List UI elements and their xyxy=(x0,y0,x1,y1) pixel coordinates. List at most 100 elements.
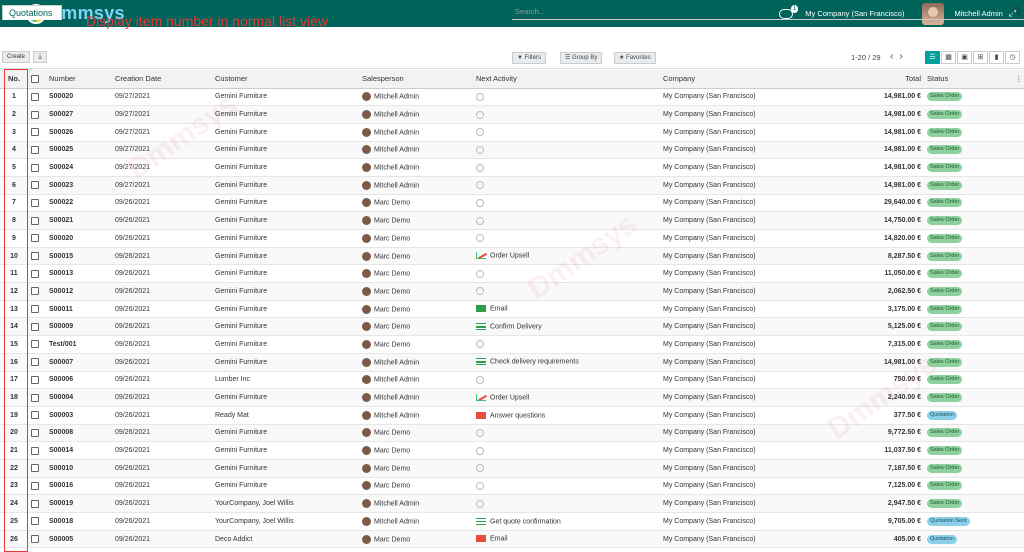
next-activity-cell[interactable] xyxy=(473,494,660,513)
table-row[interactable]: 5 S00024 09/27/2021 Gemini Furniture Mitchel… xyxy=(0,158,1024,177)
clock-icon[interactable] xyxy=(476,446,484,455)
table-row[interactable]: 20 S00008 09/26/2021 Gemini Furniture Marc D… xyxy=(0,424,1024,443)
col-number[interactable]: Number xyxy=(46,70,112,89)
next-activity-cell[interactable] xyxy=(473,264,660,284)
table-row[interactable]: 23 S00016 09/26/2021 Gemini Furniture Marc D… xyxy=(0,477,1024,496)
table-row[interactable]: 21 S00014 09/26/2021 Gemini Furniture Marc D… xyxy=(0,441,1024,460)
col-creation-date[interactable]: Creation Date xyxy=(112,70,212,89)
clock-icon[interactable] xyxy=(476,481,484,490)
search-input[interactable]: Search... xyxy=(512,6,1024,20)
row-checkbox[interactable] xyxy=(28,88,46,107)
row-checkbox[interactable] xyxy=(28,105,46,124)
next-activity-cell[interactable] xyxy=(473,211,660,230)
clock-icon[interactable] xyxy=(476,92,484,101)
pager-next-icon[interactable]: › xyxy=(899,51,908,62)
row-checkbox[interactable] xyxy=(28,424,46,443)
next-activity-cell[interactable] xyxy=(473,229,660,248)
next-activity-cell[interactable]: Check delivery requirements xyxy=(473,353,660,372)
table-row[interactable]: 17 S00006 09/26/2021 Lumber Inc Mitchell Adm… xyxy=(0,371,1024,390)
col-salesperson[interactable]: Salesperson xyxy=(359,70,473,89)
next-activity-cell[interactable] xyxy=(473,424,660,443)
table-row[interactable]: 4 S00025 09/27/2021 Gemini Furniture Mitchel… xyxy=(0,141,1024,160)
activity-view-icon[interactable]: ◷ xyxy=(1005,51,1020,64)
next-activity-cell[interactable]: Get quote confirmation xyxy=(473,512,660,531)
row-checkbox[interactable] xyxy=(28,317,46,337)
table-row[interactable]: 3 S00026 09/27/2021 Gemini Furniture Mitchel… xyxy=(0,123,1024,142)
favorites-button[interactable]: ★ Favorites xyxy=(614,52,656,64)
table-row[interactable]: 1 S00020 09/27/2021 Gemini Furniture Mitchel… xyxy=(0,88,1024,107)
next-activity-cell[interactable] xyxy=(473,459,660,478)
col-company[interactable]: Company xyxy=(660,70,810,89)
col-total[interactable]: Total xyxy=(810,70,924,89)
row-checkbox[interactable] xyxy=(28,459,46,478)
clock-icon[interactable] xyxy=(476,499,484,508)
table-row[interactable]: 14 S00009 09/26/2021 Gemini Furniture Marc D… xyxy=(0,317,1024,337)
clock-icon[interactable] xyxy=(476,128,484,137)
next-activity-cell[interactable] xyxy=(473,88,660,107)
create-button[interactable]: Create xyxy=(2,51,31,63)
row-checkbox[interactable] xyxy=(28,512,46,531)
table-row[interactable]: 19 S00003 09/26/2021 Ready Mat Mitchell Admi… xyxy=(0,406,1024,425)
next-activity-cell[interactable]: Confirm Delivery xyxy=(473,317,660,337)
next-activity-cell[interactable]: Email xyxy=(473,300,660,319)
row-checkbox[interactable] xyxy=(28,247,46,266)
next-activity-cell[interactable] xyxy=(473,282,660,301)
next-activity-cell[interactable] xyxy=(473,105,660,124)
table-row[interactable]: 26 S00005 09/26/2021 Deco Addict Marc Demo Em… xyxy=(0,530,1024,549)
row-checkbox[interactable] xyxy=(28,123,46,142)
calendar-view-icon[interactable]: ▣ xyxy=(957,51,972,64)
row-checkbox[interactable] xyxy=(28,282,46,301)
next-activity-cell[interactable] xyxy=(473,141,660,160)
row-checkbox[interactable] xyxy=(28,530,46,549)
row-checkbox[interactable] xyxy=(28,335,46,354)
clock-icon[interactable] xyxy=(476,269,484,278)
filters-button[interactable]: ▼ Filters xyxy=(512,52,546,64)
table-row[interactable]: 8 S00021 09/26/2021 Gemini Furniture Marc De… xyxy=(0,211,1024,230)
clock-icon[interactable] xyxy=(476,110,484,119)
table-row[interactable]: 11 S00013 09/26/2021 Gemini Furniture Marc D… xyxy=(0,264,1024,284)
optional-columns-icon[interactable]: ⋮ xyxy=(1012,70,1024,89)
table-row[interactable]: 13 S00011 09/26/2021 Gemini Furniture Marc D… xyxy=(0,300,1024,319)
table-row[interactable]: 15 Test/001 09/26/2021 Gemini Furniture Marc… xyxy=(0,335,1024,354)
pivot-view-icon[interactable]: ⊞ xyxy=(973,51,988,64)
pager-value[interactable]: 1-20 / 29 xyxy=(851,53,881,62)
col-next-activity[interactable]: Next Activity xyxy=(473,70,660,89)
download-icon[interactable]: ⤓ xyxy=(33,51,47,63)
table-row[interactable]: 7 S00022 09/26/2021 Gemini Furniture Marc De… xyxy=(0,194,1024,213)
row-checkbox[interactable] xyxy=(28,176,46,195)
group-by-button[interactable]: ☰ Group By xyxy=(560,52,603,64)
table-row[interactable]: 10 S00015 09/26/2021 Gemini Furniture Marc D… xyxy=(0,247,1024,266)
row-checkbox[interactable] xyxy=(28,229,46,248)
table-row[interactable]: 24 S00019 09/26/2021 YourCompany, Joel Will… xyxy=(0,494,1024,513)
kanban-view-icon[interactable]: ▦ xyxy=(941,51,956,64)
table-row[interactable]: 9 S00020 09/26/2021 Gemini Furniture Marc De… xyxy=(0,229,1024,248)
clock-icon[interactable] xyxy=(476,163,484,172)
clock-icon[interactable] xyxy=(476,464,484,473)
row-checkbox[interactable] xyxy=(28,477,46,496)
next-activity-cell[interactable] xyxy=(473,176,660,195)
row-checkbox[interactable] xyxy=(28,264,46,284)
row-checkbox[interactable] xyxy=(28,371,46,390)
row-checkbox[interactable] xyxy=(28,406,46,425)
pager-arrows[interactable]: ‹› xyxy=(890,51,909,62)
next-activity-cell[interactable]: Order Upsell xyxy=(473,388,660,407)
table-row[interactable]: 25 S00018 09/26/2021 YourCompany, Joel Will… xyxy=(0,512,1024,531)
list-view-icon[interactable]: ☰ xyxy=(925,51,940,64)
next-activity-cell[interactable] xyxy=(473,441,660,460)
next-activity-cell[interactable]: Order Upsell xyxy=(473,247,660,266)
table-row[interactable]: 12 S00012 09/26/2021 Gemini Furniture Marc D… xyxy=(0,282,1024,301)
next-activity-cell[interactable]: Email xyxy=(473,530,660,549)
clock-icon[interactable] xyxy=(476,198,484,207)
clock-icon[interactable] xyxy=(476,234,484,243)
next-activity-cell[interactable] xyxy=(473,194,660,213)
clock-icon[interactable] xyxy=(476,340,484,349)
row-checkbox[interactable] xyxy=(28,388,46,407)
row-checkbox[interactable] xyxy=(28,300,46,319)
table-row[interactable]: 6 S00023 09/27/2021 Gemini Furniture Mitchel… xyxy=(0,176,1024,195)
next-activity-cell[interactable] xyxy=(473,477,660,496)
graph-view-icon[interactable]: ▮ xyxy=(989,51,1004,64)
clock-icon[interactable] xyxy=(476,428,484,437)
breadcrumb[interactable]: Quotations xyxy=(2,5,62,20)
col-status[interactable]: Status xyxy=(924,70,1012,89)
pager-prev-icon[interactable]: ‹ xyxy=(890,51,899,62)
